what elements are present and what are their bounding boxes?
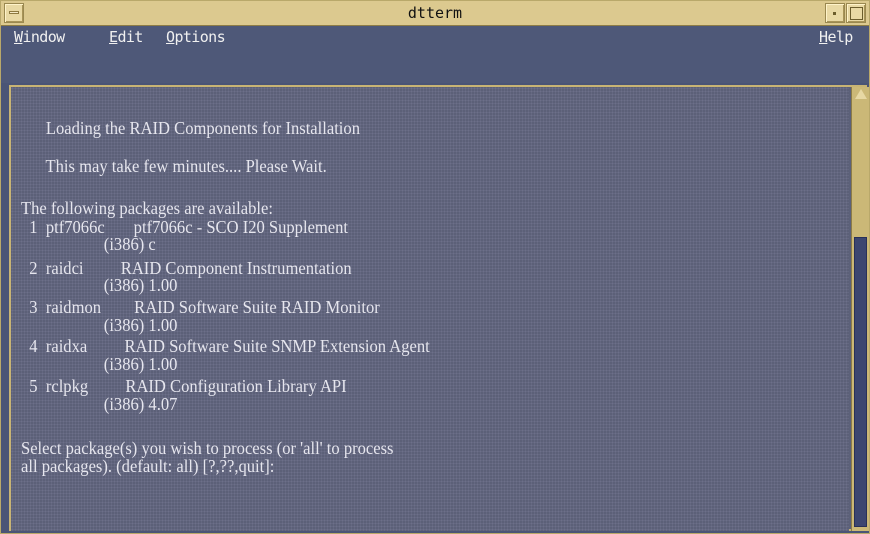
window-title: dtterm [407, 4, 463, 22]
maximize-icon [850, 7, 863, 20]
scrollbar-thumb[interactable] [854, 237, 867, 527]
vertical-scrollbar[interactable] [851, 87, 869, 531]
terminal-line: (i386) 1.00 [21, 275, 178, 295]
menu-help[interactable]: Help [819, 28, 853, 46]
menu-options[interactable]: Options [166, 28, 226, 46]
terminal-line: 3 raidmon RAID Software Suite RAID Monit… [21, 297, 380, 317]
terminal-line: (i386) 1.00 [21, 315, 178, 335]
terminal-line: The following packages are available: [21, 198, 273, 218]
dtterm-window: dtterm Window Edit Options Help Loading … [0, 0, 870, 534]
menu-edit[interactable]: Edit [109, 28, 143, 46]
terminal-line: This may take few minutes.... Please Wai… [21, 156, 327, 176]
maximize-button[interactable] [846, 3, 866, 23]
terminal-line: (i386) c [21, 234, 156, 254]
terminal-line: 4 raidxa RAID Software Suite SNMP Extens… [21, 336, 430, 356]
terminal-line: (i386) 4.07 [21, 394, 178, 414]
terminal-area[interactable]: Loading the RAID Components for Installa… [11, 87, 849, 531]
terminal-line: (i386) 1.00 [21, 354, 178, 374]
title-bar[interactable]: dtterm [1, 1, 869, 26]
terminal-line: Select package(s) you wish to process (o… [21, 438, 394, 458]
terminal-line: Loading the RAID Components for Installa… [21, 118, 360, 138]
minimize-button[interactable] [825, 3, 845, 23]
terminal-line: all packages). (default: all) [?,??,quit… [21, 456, 275, 476]
menu-window[interactable]: Window [14, 28, 65, 46]
scroll-up-arrow-icon[interactable] [855, 89, 867, 99]
terminal-line: 5 rclpkg RAID Configuration Library API [21, 376, 347, 396]
minimize-icon [833, 12, 836, 15]
